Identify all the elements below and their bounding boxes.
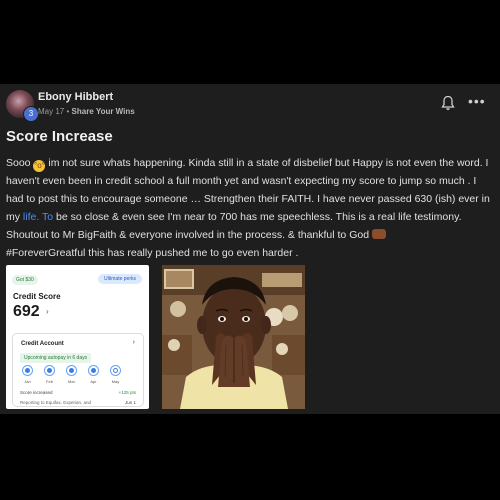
check-icon [22, 365, 33, 376]
post-body: Sooo °o° im not sure whats happening. Ki… [6, 154, 490, 262]
reaction-photo-illustration [162, 265, 305, 409]
month-item: May [109, 365, 122, 384]
score-increased-value: +125 pts [118, 390, 136, 395]
post-text-1: Sooo [6, 157, 34, 169]
month-item: Mar [65, 365, 78, 384]
credit-account-label: Credit Account [21, 341, 64, 347]
surprised-face-emoji: °o° [33, 160, 46, 172]
reporting-note: Reporting to Equifax, Experian, and [20, 400, 92, 405]
ultimate-perks-label: Ultimate perks [104, 276, 136, 282]
post-text-3: be so close & even see I'm near to 700 h… [6, 211, 462, 241]
post-hashtag[interactable]: #ForeverGreatful this has really pushed … [6, 247, 298, 259]
post-title: Score Increase [6, 128, 113, 145]
month-item: Apr [87, 365, 100, 384]
chevron-right-icon: › [132, 339, 135, 346]
author-name[interactable]: Ebony Hibbert [38, 91, 113, 103]
credit-score-label: Credit Score [13, 292, 61, 301]
bell-icon[interactable] [441, 95, 455, 111]
check-icon [44, 365, 55, 376]
month-label: Apr [90, 379, 97, 384]
post-link[interactable]: life. To [23, 211, 53, 223]
level-badge: 3 [23, 106, 39, 122]
group-link[interactable]: Share Your Wins [72, 107, 135, 116]
meta-separator: • [66, 107, 70, 116]
month-item: Jan [21, 365, 34, 384]
month-label: May [111, 379, 120, 384]
post-meta: May 17 • Share Your Wins [38, 107, 135, 116]
praying-hands-emoji [371, 229, 386, 239]
got-cash-badge: Got $30 [12, 275, 38, 285]
reporting-date: Jun 1 [124, 400, 136, 405]
check-icon [88, 365, 99, 376]
payment-history: Jan Feb Mar Apr May [21, 365, 122, 384]
credit-score-screenshot[interactable]: Got $30 Ultimate perks Credit Score 692 … [6, 265, 149, 409]
chevron-right-icon: › [46, 307, 49, 316]
ultimate-perks-badge: Ultimate perks [98, 274, 142, 284]
got-cash-label: Got $30 [16, 277, 34, 283]
post-card: 3 Ebony Hibbert May 17 • Share Your Wins… [0, 84, 500, 414]
credit-score-value: 692 [13, 303, 40, 320]
check-icon [66, 365, 77, 376]
month-label: Feb [46, 379, 53, 384]
more-options-icon[interactable]: ••• [468, 93, 486, 109]
post-date: May 17 [38, 107, 65, 116]
month-label: Jan [24, 379, 31, 384]
month-label: Mar [68, 379, 75, 384]
autopay-label: Upcoming autopay in 6 days [24, 355, 88, 361]
reaction-photo[interactable] [162, 265, 305, 409]
credit-account-panel: Credit Account › Upcoming autopay in 6 d… [12, 333, 144, 407]
pending-icon [110, 365, 121, 376]
autopay-badge: Upcoming autopay in 6 days [20, 353, 92, 363]
month-item: Feb [43, 365, 56, 384]
score-increased-label: Score increased [20, 390, 53, 395]
